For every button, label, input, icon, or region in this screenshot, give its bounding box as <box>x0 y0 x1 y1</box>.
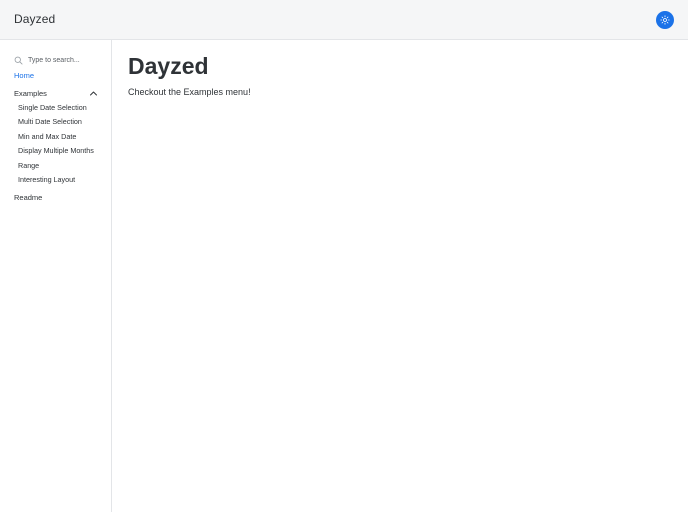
top-bar: Dayzed <box>0 0 688 40</box>
sun-icon <box>660 15 670 25</box>
sidebar-item-display-multiple-months[interactable]: Display Multiple Months <box>18 146 94 155</box>
sidebar-item-interesting-layout[interactable]: Interesting Layout <box>18 175 75 184</box>
sidebar: Home Examples Single Date Selection Mult… <box>0 40 112 512</box>
page-title: Dayzed <box>128 53 209 79</box>
search-icon <box>14 56 23 65</box>
sidebar-section-examples[interactable]: Examples <box>14 89 98 99</box>
sidebar-section-label: Examples <box>14 89 47 98</box>
sidebar-item-readme[interactable]: Readme <box>14 193 42 202</box>
sidebar-item-single-date-selection[interactable]: Single Date Selection <box>18 103 87 112</box>
chevron-up-icon <box>90 91 97 96</box>
sidebar-item-min-max-date[interactable]: Min and Max Date <box>18 132 76 141</box>
sidebar-item-home[interactable]: Home <box>14 71 34 80</box>
main-content: Dayzed Checkout the Examples menu! <box>113 40 688 512</box>
theme-toggle-button[interactable] <box>656 11 674 29</box>
sidebar-item-range[interactable]: Range <box>18 161 39 170</box>
search-input[interactable] <box>28 56 104 64</box>
app-title[interactable]: Dayzed <box>14 12 55 26</box>
search-box <box>14 54 104 66</box>
page-description: Checkout the Examples menu! <box>128 87 251 97</box>
sidebar-item-multi-date-selection[interactable]: Multi Date Selection <box>18 117 82 126</box>
